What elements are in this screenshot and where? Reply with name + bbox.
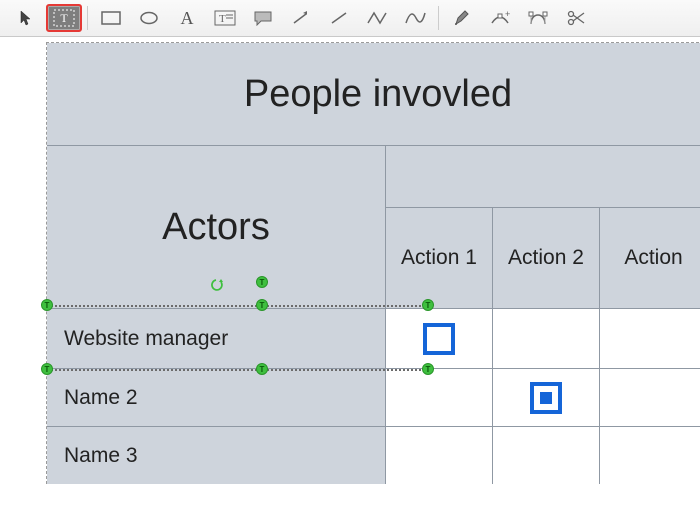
table-cell[interactable] [493,368,600,426]
table-cell[interactable] [386,426,493,484]
text-box-icon: T [214,10,236,26]
column-header[interactable]: Action 1 [386,208,493,308]
toolbar: T A T [0,0,700,37]
svg-text:+: + [505,9,510,19]
text-block-icon: T [53,9,75,27]
pen-tool[interactable] [444,4,480,32]
add-node-tool[interactable]: + [482,4,518,32]
table-cell[interactable] [600,368,700,426]
rectangle-icon [101,11,121,25]
rotate-handle-icon[interactable] [210,259,224,273]
arrow-icon [291,10,311,26]
svg-text:T: T [60,11,68,25]
row-name-cell[interactable]: Name 2 [47,368,386,426]
comment-tool[interactable] [245,4,281,32]
curve-tool[interactable] [397,4,433,32]
ellipse-icon [139,11,159,25]
bezier-icon [528,9,548,27]
actors-header[interactable]: Actors [47,146,386,308]
text-icon: A [181,9,194,27]
text-box-tool[interactable]: T [207,4,243,32]
pointer-icon [18,10,34,26]
actions-group-header[interactable] [386,146,700,208]
pointer-tool[interactable] [8,4,44,32]
arrow-tool[interactable] [283,4,319,32]
text-block-tool[interactable]: T [46,4,82,32]
table-row: Website manager [47,308,700,368]
row-name-cell[interactable]: Website manager [47,308,386,368]
comment-icon [253,10,273,26]
table-cell[interactable] [600,308,700,368]
table-row: Name 2 [47,368,700,426]
actors-header-label: Actors [162,206,270,249]
table-row: Name 3 [47,426,700,484]
table-cell[interactable] [600,426,700,484]
rectangle-tool[interactable] [93,4,129,32]
toolbar-separator [87,6,88,30]
line-icon [329,10,349,26]
table-cell[interactable] [493,426,600,484]
polyline-tool[interactable] [359,4,395,32]
table-title[interactable]: People invovled [47,43,700,146]
diagram-canvas[interactable]: People invovled Actors Action 1 Action 2… [46,42,700,484]
table-cell[interactable] [386,368,493,426]
scissors-icon [566,9,586,27]
column-header[interactable]: Action [600,208,700,308]
curve-icon [404,10,426,26]
bezier-tool[interactable] [520,4,556,32]
checkbox-filled-icon[interactable] [530,382,562,414]
scissors-tool[interactable] [558,4,594,32]
toolbar-separator [438,6,439,30]
line-tool[interactable] [321,4,357,32]
svg-text:T: T [219,13,226,25]
text-tool[interactable]: A [169,4,205,32]
row-name-cell[interactable]: Name 3 [47,426,386,484]
polyline-icon [366,10,388,26]
ellipse-tool[interactable] [131,4,167,32]
table-cell[interactable] [386,308,493,368]
table-cell[interactable] [493,308,600,368]
column-header[interactable]: Action 2 [493,208,600,308]
checkbox-empty-icon[interactable] [423,323,455,355]
add-node-icon: + [490,9,510,27]
pen-icon [453,9,471,27]
